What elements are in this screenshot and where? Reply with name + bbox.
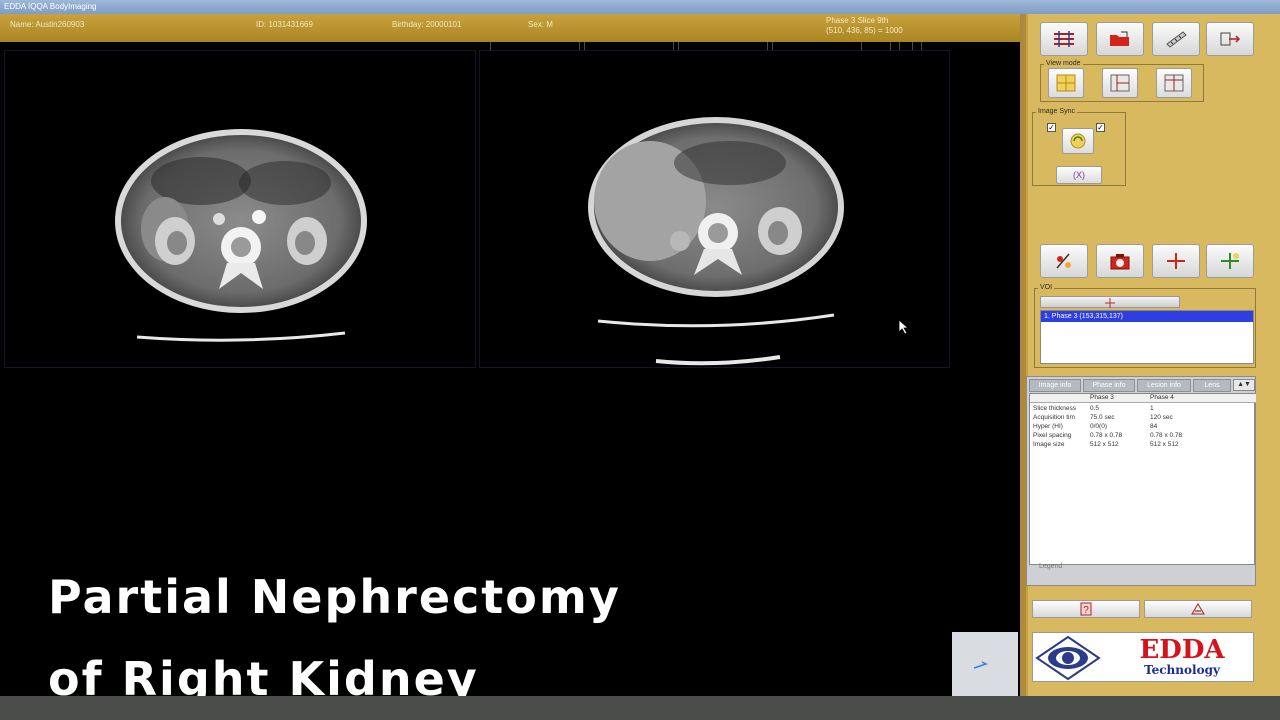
info-table-header: Phase 3 Phase 4 bbox=[1030, 394, 1256, 403]
table-cell: Slice thickness bbox=[1033, 405, 1076, 412]
quit-icon bbox=[1191, 603, 1205, 615]
table-cell: Image size bbox=[1033, 441, 1065, 448]
info-panel: Image info Phase info Lesion info Lens ▲… bbox=[1026, 376, 1256, 586]
table-cell: 512 x 512 bbox=[1150, 441, 1179, 448]
tab-lens[interactable]: Lens bbox=[1193, 379, 1231, 392]
patient-sex: Sex: M bbox=[528, 20, 553, 29]
sync-checkbox-right[interactable]: ✓ bbox=[1096, 123, 1105, 132]
bottom-taskbar bbox=[0, 696, 1280, 720]
voi-grip-icon bbox=[1105, 298, 1115, 308]
side-layout-button[interactable] bbox=[1102, 68, 1138, 98]
marker-icon bbox=[1056, 253, 1071, 269]
table-cell: 0.78 x 0.78 bbox=[1150, 432, 1183, 439]
patient-id: ID: 1031431669 bbox=[256, 20, 313, 29]
grid-layout-button[interactable] bbox=[1048, 68, 1084, 98]
table-cell: Acquisition tim bbox=[1033, 414, 1075, 421]
table-row: Acquisition tim 75.0 sec 120 sec bbox=[1030, 414, 1256, 423]
info-footer: Legend bbox=[1039, 563, 1063, 570]
table-cell: 120 sec bbox=[1150, 414, 1173, 421]
table-row: Pixel spacing 0.78 x 0.78 0.78 x 0.78 bbox=[1030, 432, 1256, 441]
table-row: Slice thickness 0.5 1 bbox=[1030, 405, 1256, 414]
split-layout-button[interactable] bbox=[1156, 68, 1192, 98]
view-mode-label: View mode bbox=[1044, 60, 1083, 67]
help-icon: ? bbox=[1080, 602, 1092, 616]
window-title: EDDA IQQA BodyImaging bbox=[4, 2, 97, 11]
svg-text:?: ? bbox=[1083, 605, 1089, 616]
sync-button[interactable] bbox=[1062, 128, 1094, 154]
quit-button[interactable] bbox=[1144, 600, 1252, 618]
table-cell: 0/0(0) bbox=[1090, 423, 1107, 430]
open-folder-button[interactable] bbox=[1096, 22, 1144, 56]
patient-info-bar: Name: Austin260903 ID: 1031431669 Birthd… bbox=[0, 14, 1020, 42]
ct-viewport-phase-left[interactable] bbox=[4, 50, 476, 368]
marker-tool-button[interactable] bbox=[1040, 244, 1088, 278]
ct-viewport-phase-right[interactable] bbox=[479, 50, 950, 368]
table-cell: 0.78 x 0.78 bbox=[1090, 432, 1123, 439]
crosshair-button[interactable] bbox=[1152, 244, 1200, 278]
table-cell: 84 bbox=[1150, 423, 1158, 430]
tab-scroll-up-icon[interactable]: ▲ bbox=[1237, 381, 1244, 388]
info-tabs: Image info Phase info Lesion info Lens ▲… bbox=[1027, 377, 1257, 393]
voi-toolbar[interactable] bbox=[1040, 296, 1180, 308]
camera-icon bbox=[1110, 254, 1130, 270]
mouse-cursor-icon bbox=[898, 319, 910, 335]
patient-name: Name: Austin260903 bbox=[10, 20, 85, 29]
column-header: Phase 3 bbox=[1090, 394, 1114, 401]
image-viewer[interactable]: Partial Nephrectomy of Right Kidney bbox=[0, 42, 1020, 706]
ct-scan-image bbox=[115, 129, 367, 342]
voi-label: VOI bbox=[1038, 284, 1055, 291]
open-folder-icon bbox=[1110, 31, 1129, 46]
cursor-coords: (510, 436, 85) = 1000 bbox=[826, 26, 903, 35]
window-title-bar: EDDA IQQA BodyImaging bbox=[0, 0, 1280, 14]
voi-list-item[interactable]: 1. Phase 3 (153,315,137) bbox=[1041, 311, 1253, 322]
info-table: Phase 3 Phase 4 Slice thickness 0.5 1 Ac… bbox=[1029, 393, 1256, 565]
measure-button[interactable] bbox=[1152, 22, 1200, 56]
tab-scroll-down-icon[interactable]: ▼ bbox=[1244, 381, 1251, 388]
image-sync-label: Image Sync bbox=[1036, 108, 1077, 115]
add-marker-icon bbox=[1221, 253, 1239, 269]
edda-emblem-icon bbox=[1035, 635, 1101, 681]
filter-icon bbox=[1054, 31, 1074, 47]
logo-brand: EDDA bbox=[1139, 635, 1225, 665]
logo-subtitle: Technology bbox=[1144, 663, 1220, 677]
sync-reset-button[interactable]: (X) bbox=[1056, 166, 1102, 184]
edda-logo: EDDA Technology bbox=[1032, 632, 1254, 682]
table-cell: 0.5 bbox=[1090, 405, 1100, 412]
voi-list[interactable]: 1. Phase 3 (153,315,137) bbox=[1040, 310, 1254, 364]
add-marker-button[interactable] bbox=[1206, 244, 1254, 278]
patient-birthday: Birthday: 20000101 bbox=[392, 20, 462, 29]
measure-icon bbox=[1166, 31, 1187, 48]
table-row: Hyper (HI) 0/0(0) 84 bbox=[1030, 423, 1256, 432]
table-cell: Pixel spacing bbox=[1033, 432, 1072, 439]
tab-lesion-info[interactable]: Lesion info bbox=[1137, 379, 1191, 392]
arrow-icon bbox=[973, 661, 988, 669]
tab-scroll-arrows[interactable]: ▲▼ bbox=[1233, 379, 1255, 391]
table-row: Image size 512 x 512 512 x 512 bbox=[1030, 441, 1256, 450]
exit-button[interactable] bbox=[1206, 22, 1254, 56]
table-cell: Hyper (HI) bbox=[1033, 423, 1063, 430]
table-cell: 75.0 sec bbox=[1090, 414, 1115, 421]
side-layout-icon bbox=[1110, 74, 1130, 92]
sync-checkbox-left[interactable]: ✓ bbox=[1047, 123, 1056, 132]
table-cell: 1 bbox=[1150, 405, 1154, 412]
exit-icon bbox=[1220, 32, 1241, 46]
column-header: Phase 4 bbox=[1150, 394, 1174, 401]
help-button[interactable]: ? bbox=[1032, 600, 1140, 618]
split-layout-icon bbox=[1164, 74, 1184, 92]
caption-line-1: Partial Nephrectomy bbox=[48, 570, 621, 624]
preview-thumbnail[interactable] bbox=[952, 632, 1018, 696]
table-cell: 512 x 512 bbox=[1090, 441, 1119, 448]
ct-scan-image bbox=[588, 117, 844, 366]
grid-layout-icon bbox=[1056, 74, 1076, 92]
camera-button[interactable] bbox=[1096, 244, 1144, 278]
phase-label: Phase 3 Slice 9th bbox=[826, 16, 889, 25]
filter-button[interactable] bbox=[1040, 22, 1088, 56]
crosshair-icon bbox=[1167, 253, 1185, 269]
sync-icon bbox=[1070, 133, 1086, 149]
tab-phase-info[interactable]: Phase info bbox=[1083, 379, 1135, 392]
tab-image-info[interactable]: Image info bbox=[1029, 379, 1081, 392]
phase-slice-readout: Phase 3 Slice 9th (510, 436, 85) = 1000 bbox=[826, 16, 903, 36]
